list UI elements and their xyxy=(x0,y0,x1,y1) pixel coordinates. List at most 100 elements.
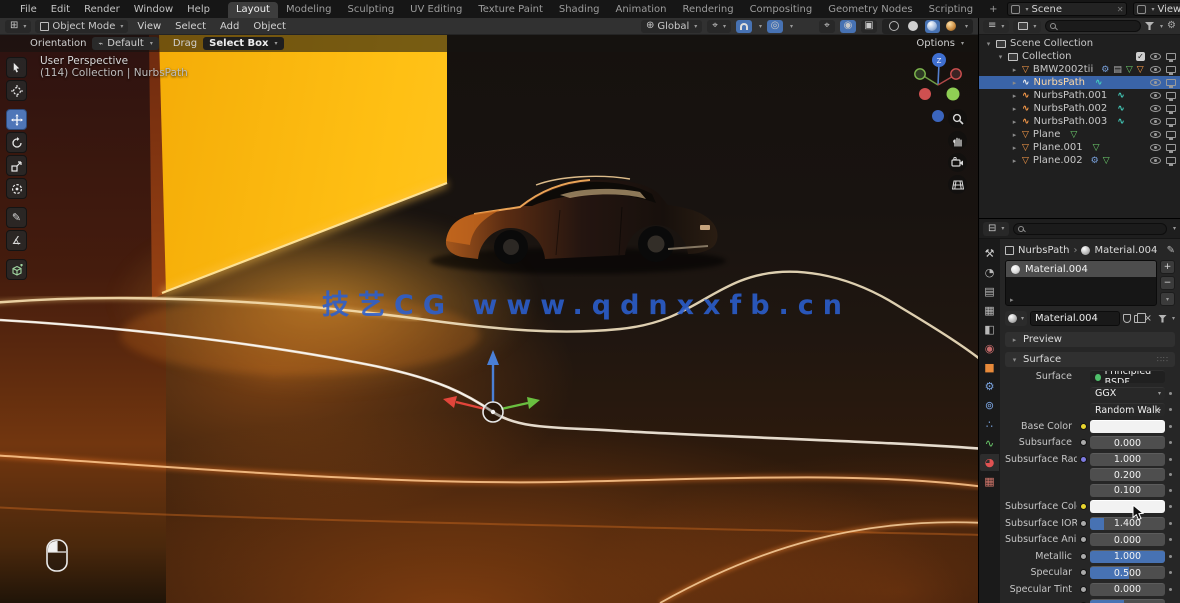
outliner-row-scene-collection[interactable]: ▾ Scene Collection xyxy=(979,37,1180,50)
tool-transform[interactable] xyxy=(6,178,27,199)
sss-radius-x-field[interactable]: 1.000 xyxy=(1090,453,1165,466)
tab-physics[interactable]: ⊚ xyxy=(980,397,999,414)
expand-icon[interactable]: ▾ xyxy=(985,40,992,48)
filter-chevron[interactable]: ▾ xyxy=(1160,23,1163,30)
metallic-slider[interactable]: 1.000 xyxy=(1090,550,1165,563)
filter-funnel-icon[interactable] xyxy=(1145,22,1154,30)
input-socket-icon[interactable] xyxy=(1080,456,1087,463)
outliner-row-car[interactable]: ▸ ▽ BMW2002tii ⚙ ▤ ▽ ▽ xyxy=(979,63,1180,76)
tab-particles[interactable]: ∴ xyxy=(980,416,999,433)
snap-toggle[interactable] xyxy=(736,20,752,33)
menu-render[interactable]: Render xyxy=(78,3,126,16)
specular-slider[interactable]: 0.500 xyxy=(1090,566,1165,579)
tab-texture[interactable]: ▦ xyxy=(980,473,999,490)
screen-icon[interactable] xyxy=(1166,157,1176,164)
distribution-dropdown[interactable]: GGX▾ xyxy=(1090,387,1165,400)
screen-icon[interactable] xyxy=(1166,105,1176,112)
pin-icon[interactable]: ✎ xyxy=(1167,245,1175,256)
xray-toggle[interactable]: ▣ xyxy=(861,20,877,33)
menu-edit[interactable]: Edit xyxy=(45,3,76,16)
decorator-dot[interactable] xyxy=(1169,441,1172,444)
menu-add[interactable]: Add xyxy=(215,21,244,32)
add-slot-button[interactable]: + xyxy=(1160,260,1175,274)
add-workspace-button[interactable]: + xyxy=(981,2,1005,18)
show-overlays-toggle[interactable]: ◉ xyxy=(840,20,856,33)
surface-shader-button[interactable]: Principled BSDF xyxy=(1090,370,1165,383)
outliner-options-icon[interactable]: ⚙ xyxy=(1167,21,1176,31)
expand-icon[interactable]: ▸ xyxy=(1011,79,1018,87)
sss-aniso-field[interactable]: 0.000 xyxy=(1090,533,1165,546)
input-socket-icon[interactable] xyxy=(1080,520,1087,527)
properties-options-chevron[interactable]: ▾ xyxy=(1173,225,1176,232)
eye-icon[interactable] xyxy=(1150,53,1161,60)
outliner-row-nurbspath-002[interactable]: ▸ ∿ NurbsPath.002 ∿ xyxy=(979,102,1180,115)
tab-shading[interactable]: Shading xyxy=(551,2,608,18)
tab-scripting[interactable]: Scripting xyxy=(921,2,981,18)
screen-icon[interactable] xyxy=(1166,118,1176,125)
copy-material-icon[interactable] xyxy=(1134,315,1141,323)
decorator-dot[interactable] xyxy=(1169,425,1172,428)
screen-icon[interactable] xyxy=(1166,92,1176,99)
input-socket-icon[interactable] xyxy=(1080,536,1087,543)
show-gizmo-toggle[interactable]: ⌖ xyxy=(819,20,835,33)
editor-type-button[interactable]: ⊞▾ xyxy=(5,20,31,33)
tab-sculpting[interactable]: Sculpting xyxy=(339,2,402,18)
slot-list-expand-icon[interactable]: ▸ xyxy=(1010,296,1014,304)
tool-select-box[interactable] xyxy=(6,57,27,78)
viewport-3d[interactable]: Z Orientation ⌁ Default▾ Drag Select Box… xyxy=(0,35,978,603)
expand-icon[interactable]: ▸ xyxy=(1011,118,1018,126)
breadcrumb-object[interactable]: NurbsPath xyxy=(1018,245,1069,256)
proportional-editing-toggle[interactable]: ◎ xyxy=(767,20,783,33)
properties-editor-type-button[interactable]: ⊟▾ xyxy=(983,222,1009,236)
input-socket-icon[interactable] xyxy=(1080,503,1087,510)
decorator-dot[interactable] xyxy=(1169,555,1172,558)
outliner-display-mode-button[interactable]: ▾ xyxy=(1013,20,1041,33)
breadcrumb-material[interactable]: Material.004 xyxy=(1094,245,1157,256)
tab-modifiers[interactable]: ⚙ xyxy=(980,378,999,395)
camera-view-button[interactable] xyxy=(948,153,967,172)
pan-button[interactable] xyxy=(948,131,967,150)
scene-selector[interactable]: ▾ Scene ✕ xyxy=(1007,2,1127,16)
tab-view-layer[interactable]: ▦ xyxy=(980,302,999,319)
outliner-row-plane[interactable]: ▸ ▽ Plane ▽ xyxy=(979,128,1180,141)
zoom-button[interactable] xyxy=(948,109,967,128)
outliner-row-plane-002[interactable]: ▸ ▽ Plane.002 ⚙ ▽ xyxy=(979,154,1180,167)
falloff-chevron[interactable]: ▾ xyxy=(790,23,793,30)
eye-icon[interactable] xyxy=(1150,131,1161,138)
expand-icon[interactable]: ▾ xyxy=(997,53,1004,61)
eye-icon[interactable] xyxy=(1150,92,1161,99)
decorator-dot[interactable] xyxy=(1169,505,1172,508)
tab-object-data[interactable]: ∿ xyxy=(980,435,999,452)
input-socket-icon[interactable] xyxy=(1080,439,1087,446)
expand-icon[interactable]: ▸ xyxy=(1011,131,1018,139)
outliner-row-plane-001[interactable]: ▸ ▽ Plane.001 ▽ xyxy=(979,141,1180,154)
screen-icon[interactable] xyxy=(1166,79,1176,86)
tab-layout[interactable]: Layout xyxy=(228,2,278,18)
tab-material[interactable]: ◕ xyxy=(980,454,999,471)
tab-modeling[interactable]: Modeling xyxy=(278,2,340,18)
filter-chevron[interactable]: ▾ xyxy=(1172,315,1175,322)
eye-icon[interactable] xyxy=(1150,144,1161,151)
input-socket-icon[interactable] xyxy=(1080,569,1087,576)
expand-icon[interactable]: ▸ xyxy=(1011,157,1018,165)
outliner-row-nurbspath[interactable]: ▸ ∿ NurbsPath ∿ xyxy=(979,76,1180,89)
unlink-scene-icon[interactable]: ✕ xyxy=(1117,5,1124,14)
decorator-dot[interactable] xyxy=(1169,458,1172,461)
screen-icon[interactable] xyxy=(1166,66,1176,73)
eye-icon[interactable] xyxy=(1150,118,1161,125)
outliner-row-nurbspath-003[interactable]: ▸ ∿ NurbsPath.003 ∿ xyxy=(979,115,1180,128)
input-socket-icon[interactable] xyxy=(1080,586,1087,593)
options-dropdown[interactable]: Options▾ xyxy=(910,37,970,50)
menu-select[interactable]: Select xyxy=(170,21,211,32)
mode-dropdown[interactable]: Object Mode▾ xyxy=(35,20,128,33)
specular-tint-field[interactable]: 0.000 xyxy=(1090,583,1165,596)
tab-object[interactable]: ■ xyxy=(980,359,999,376)
base-color-swatch[interactable] xyxy=(1090,420,1165,433)
tool-measure[interactable]: ∡ xyxy=(6,230,27,251)
decorator-dot[interactable] xyxy=(1169,489,1172,492)
outliner-search-input[interactable] xyxy=(1045,20,1141,32)
expand-icon[interactable]: ▸ xyxy=(1011,92,1018,100)
panel-preview[interactable]: ▸ Preview xyxy=(1005,332,1175,347)
shading-rendered-button[interactable] xyxy=(944,20,959,33)
expand-icon[interactable]: ▸ xyxy=(1011,105,1018,113)
